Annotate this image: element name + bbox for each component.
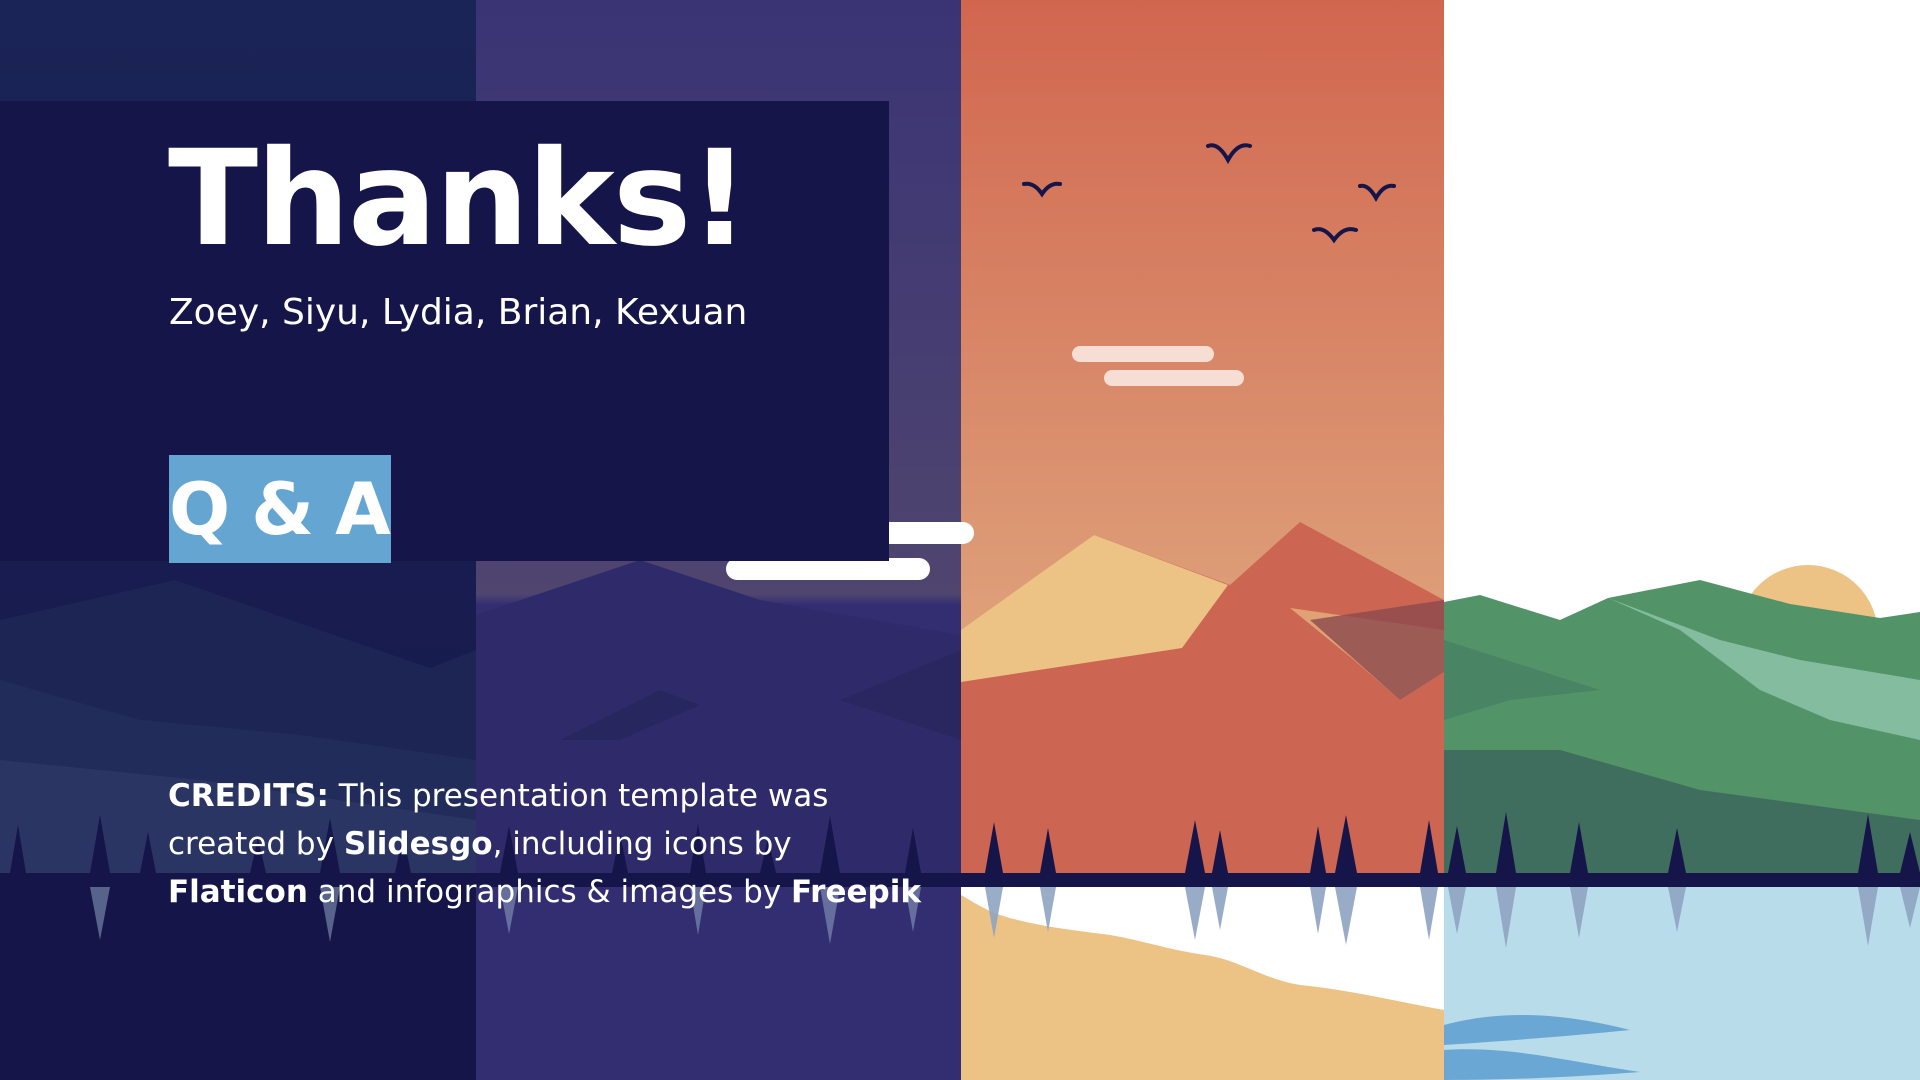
credits-text-3: and infographics & images by <box>307 874 791 910</box>
day-water <box>1444 887 1920 1080</box>
credits-label: CREDITS: <box>168 778 329 814</box>
credits-text: CREDITS: This presentation template was … <box>168 772 928 916</box>
qa-label: Q & A <box>169 467 391 551</box>
credits-link-slidesgo[interactable]: Slidesgo <box>344 826 493 862</box>
authors: Zoey, Siyu, Lydia, Brian, Kexuan <box>169 292 748 333</box>
slide-title: Thanks! <box>168 122 750 276</box>
credits-link-flaticon[interactable]: Flaticon <box>168 874 308 910</box>
credits-text-2: , including icons by <box>492 826 792 862</box>
credits-link-freepik[interactable]: Freepik <box>791 874 921 910</box>
thanks-slide: Thanks! Zoey, Siyu, Lydia, Brian, Kexuan… <box>0 0 1920 1080</box>
